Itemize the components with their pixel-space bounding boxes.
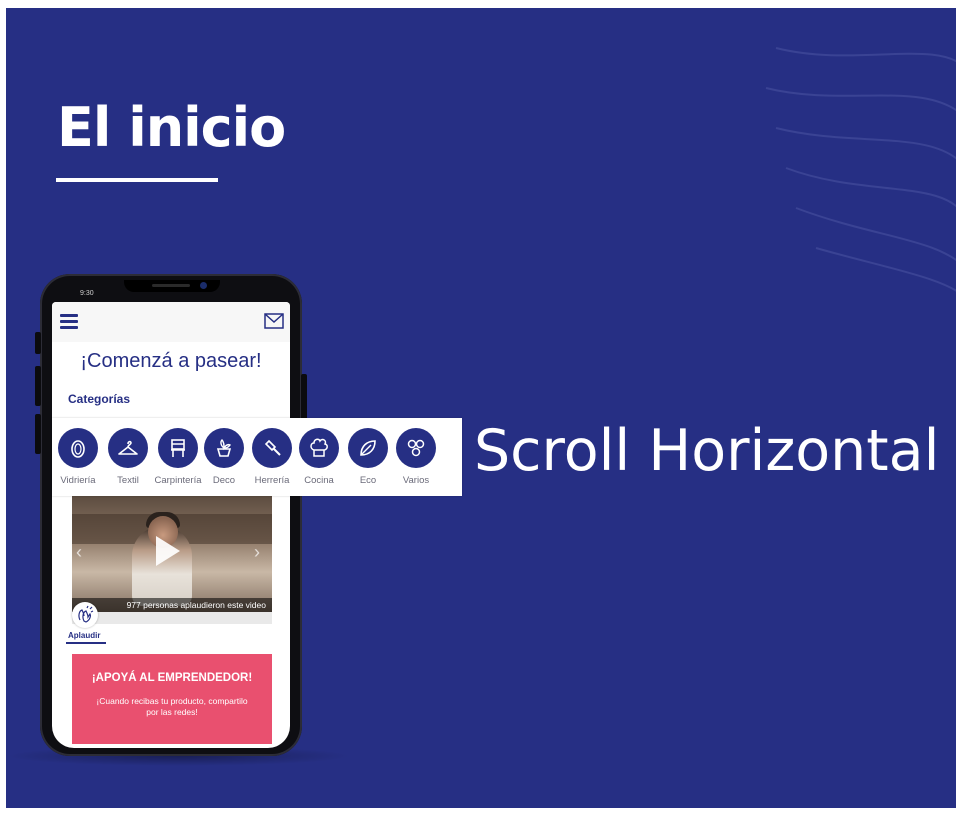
decorative-scribble: [765, 47, 956, 292]
category-item-varios[interactable]: Varios: [392, 428, 440, 486]
categories-heading: Categorías: [68, 392, 131, 406]
category-label: Varios: [402, 475, 430, 486]
phone-side-button: [35, 366, 41, 406]
chevron-right-icon[interactable]: ›: [254, 542, 260, 563]
category-icon-bg: [108, 428, 148, 468]
promo-title: ¡APOYÁ AL EMPRENDEDOR!: [91, 672, 253, 684]
video-player[interactable]: ‹ › 977 personas aplaudieron este video: [72, 494, 272, 624]
category-label: Eco: [359, 475, 377, 486]
category-icon-bg: [158, 428, 198, 468]
category-label: Cocina: [304, 475, 334, 486]
greeting-heading: ¡Comenzá a pasear!: [80, 350, 262, 372]
category-label: Textil: [117, 475, 139, 486]
applaud-underline: [66, 642, 106, 644]
slide-canvas: El inicio 9:30 ¡Comenzá a pasear! Catego…: [6, 8, 956, 808]
title-underline: [56, 178, 218, 182]
category-label: Vidriería: [60, 475, 96, 486]
category-icon-bg: [252, 428, 292, 468]
page-title: El inicio: [57, 96, 286, 159]
category-item-textil[interactable]: Textil: [104, 428, 152, 486]
play-icon[interactable]: [156, 536, 180, 566]
phone-side-button: [35, 332, 41, 354]
video-bottom-bar: [72, 612, 272, 624]
promo-banner[interactable]: ¡APOYÁ AL EMPRENDEDOR! ¡Cuando recibas t…: [72, 654, 272, 744]
category-item-cocina[interactable]: Cocina: [295, 428, 343, 486]
applaud-button[interactable]: Aplaudir: [68, 631, 100, 640]
category-label: Carpintería: [154, 475, 202, 486]
category-icon-bg: [396, 428, 436, 468]
vase-icon: [71, 440, 85, 458]
category-icon-bg: [299, 428, 339, 468]
phone-camera: [200, 282, 207, 289]
category-icon-bg: [204, 428, 244, 468]
category-item-carpinteria[interactable]: Carpintería: [154, 428, 202, 486]
clapping-hands-icon[interactable]: [72, 602, 98, 628]
mail-icon[interactable]: [264, 313, 284, 329]
status-time: 9:30: [80, 290, 94, 297]
promo-text: ¡Cuando recibas tu producto, compartilo …: [96, 696, 248, 717]
chair-icon: [171, 439, 185, 457]
categories-scroll-strip[interactable]: Vidriería Textil Carpintería Deco Herrer…: [52, 418, 462, 496]
category-label: Deco: [212, 475, 236, 486]
chef-hat-icon: [310, 438, 328, 457]
phone-side-button: [35, 414, 41, 454]
category-icon-bg: [348, 428, 388, 468]
category-item-herreria[interactable]: Herrería: [248, 428, 296, 486]
phone-screen: ¡Comenzá a pasear! Categorías ‹ › 977 pe…: [52, 302, 290, 748]
circles-icon: [407, 439, 425, 457]
category-item-eco[interactable]: Eco: [344, 428, 392, 486]
category-item-deco[interactable]: Deco: [200, 428, 248, 486]
scroll-horizontal-label: Scroll Horizontal: [474, 418, 940, 484]
hammer-icon: [264, 439, 281, 456]
video-caption: 977 personas aplaudieron este video: [126, 600, 266, 610]
category-label: Herrería: [254, 475, 290, 486]
phone-speaker: [152, 284, 190, 287]
hamburger-menu-icon[interactable]: [60, 314, 78, 330]
app-header: [52, 302, 290, 342]
phone-mockup: 9:30 ¡Comenzá a pasear! Categorías ‹ › 9…: [35, 274, 307, 756]
plant-pot-icon: [216, 439, 232, 457]
category-item-vidrieria[interactable]: Vidriería: [54, 428, 102, 486]
leaf-icon: [360, 440, 376, 456]
chevron-left-icon[interactable]: ‹: [76, 542, 82, 563]
category-icon-bg: [58, 428, 98, 468]
hanger-icon: [118, 440, 138, 455]
